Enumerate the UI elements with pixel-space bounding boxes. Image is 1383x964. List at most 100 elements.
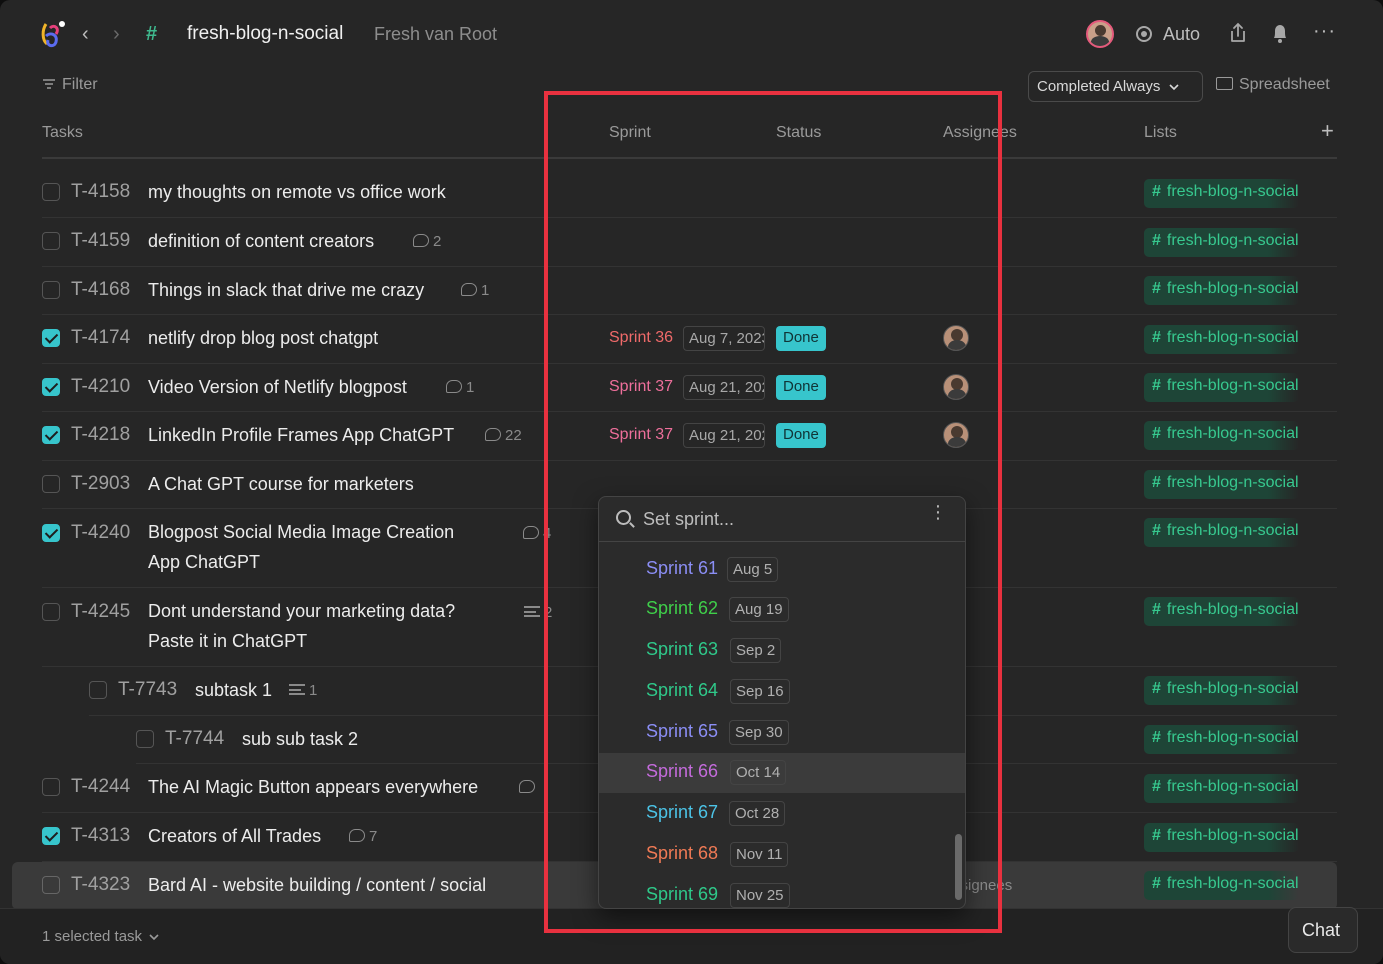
app-logo-icon[interactable]	[40, 20, 66, 48]
dropdown-scrollbar[interactable]	[955, 834, 962, 900]
sprint-option[interactable]: Sprint 64 Sep 16	[599, 672, 965, 712]
filter-button[interactable]: Filter	[42, 76, 98, 94]
list-tag[interactable]: # fresh-blog-n-social	[1144, 823, 1299, 852]
column-header-sprint[interactable]: Sprint	[609, 124, 651, 142]
comment-count[interactable]: 1	[461, 282, 489, 299]
task-title-line2[interactable]: App ChatGPT	[148, 547, 260, 577]
sprint-option[interactable]: Sprint 62 Aug 19	[599, 590, 965, 630]
table-row[interactable]: T-4158 my thoughts on remote vs office w…	[42, 169, 1337, 218]
task-checkbox[interactable]	[42, 232, 60, 250]
sprint-name[interactable]: Sprint 37	[609, 426, 673, 444]
task-checkbox[interactable]	[42, 603, 60, 621]
more-menu-icon[interactable]: ···	[1313, 20, 1336, 43]
table-row[interactable]: T-4210 Video Version of Netlify blogpost…	[42, 364, 1337, 412]
task-title[interactable]: LinkedIn Profile Frames App ChatGPT	[148, 420, 454, 450]
list-tag[interactable]: # fresh-blog-n-social	[1144, 518, 1299, 547]
auto-mode-label[interactable]: Auto	[1163, 24, 1200, 45]
task-title[interactable]: netlify drop blog post chatgpt	[148, 323, 378, 353]
status-badge[interactable]: Done	[776, 326, 826, 351]
back-arrow-icon[interactable]: ‹	[82, 22, 89, 46]
column-header-tasks[interactable]: Tasks	[42, 124, 83, 142]
task-title[interactable]: The AI Magic Button appears everywhere	[148, 772, 478, 802]
sprint-option[interactable]: Sprint 67 Oct 28	[599, 794, 965, 834]
task-title[interactable]: Things in slack that drive me crazy	[148, 275, 424, 305]
table-row[interactable]: T-4168 Things in slack that drive me cra…	[42, 267, 1337, 315]
comment-count[interactable]: 22	[485, 427, 522, 444]
user-avatar[interactable]	[1086, 20, 1114, 48]
task-checkbox[interactable]	[42, 524, 60, 542]
list-tag[interactable]: # fresh-blog-n-social	[1144, 676, 1299, 705]
task-checkbox[interactable]	[42, 329, 60, 347]
completed-filter-dropdown[interactable]: Completed Always	[1028, 71, 1203, 102]
list-tag[interactable]: # fresh-blog-n-social	[1144, 774, 1299, 803]
project-title[interactable]: fresh-blog-n-social	[187, 23, 343, 45]
add-column-button[interactable]: +	[1321, 118, 1334, 144]
subtask-count[interactable]: 2	[524, 604, 552, 621]
spreadsheet-view-button[interactable]: Spreadsheet	[1216, 76, 1330, 94]
task-title-line2[interactable]: Paste it in ChatGPT	[148, 626, 307, 656]
task-checkbox[interactable]	[42, 281, 60, 299]
forward-arrow-icon[interactable]: ›	[113, 22, 120, 46]
task-checkbox[interactable]	[42, 475, 60, 493]
comment-count[interactable]: 2	[413, 233, 441, 250]
list-tag[interactable]: # fresh-blog-n-social	[1144, 421, 1299, 450]
sprint-option[interactable]: Sprint 69 Nov 25	[599, 876, 965, 908]
subtask-count[interactable]: 1	[289, 682, 317, 699]
comment-count[interactable]	[519, 779, 539, 796]
comment-count[interactable]: 4	[523, 525, 551, 542]
sprint-option[interactable]: Sprint 61 Aug 5	[599, 550, 965, 590]
list-tag[interactable]: # fresh-blog-n-social	[1144, 470, 1299, 499]
task-title[interactable]: Blogpost Social Media Image Creation	[148, 517, 454, 547]
sprint-name[interactable]: Sprint 37	[609, 378, 673, 396]
task-checkbox[interactable]	[136, 730, 154, 748]
sprint-option[interactable]: Sprint 65 Sep 30	[599, 713, 965, 753]
sprint-option[interactable]: Sprint 68 Nov 11	[599, 835, 965, 875]
assignee-avatar[interactable]	[943, 422, 969, 448]
table-row[interactable]: T-4218 LinkedIn Profile Frames App ChatG…	[42, 412, 1337, 461]
list-tag[interactable]: # fresh-blog-n-social	[1144, 871, 1299, 900]
comment-count[interactable]: 1	[446, 379, 474, 396]
task-title[interactable]: definition of content creators	[148, 226, 374, 256]
column-header-assignees[interactable]: Assignees	[943, 124, 1017, 142]
column-header-status[interactable]: Status	[776, 124, 821, 142]
task-checkbox[interactable]	[42, 378, 60, 396]
task-checkbox[interactable]	[42, 426, 60, 444]
task-checkbox[interactable]	[42, 183, 60, 201]
kebab-menu-icon[interactable]: ⋮	[929, 503, 947, 521]
task-title[interactable]: A Chat GPT course for marketers	[148, 469, 414, 499]
task-title[interactable]: Bard AI - website building / content / s…	[148, 870, 486, 900]
list-tag[interactable]: # fresh-blog-n-social	[1144, 325, 1299, 354]
list-tag[interactable]: # fresh-blog-n-social	[1144, 597, 1299, 626]
task-checkbox[interactable]	[89, 681, 107, 699]
list-tag[interactable]: # fresh-blog-n-social	[1144, 179, 1299, 208]
table-row[interactable]: T-4159 definition of content creators 2 …	[42, 218, 1337, 267]
table-row[interactable]: T-4174 netlify drop blog post chatgpt Sp…	[42, 315, 1337, 364]
assignee-avatar[interactable]	[943, 325, 969, 351]
list-tag[interactable]: # fresh-blog-n-social	[1144, 725, 1299, 754]
sprint-search-input[interactable]	[643, 507, 913, 531]
comment-count[interactable]: 7	[349, 828, 377, 845]
assignee-avatar[interactable]	[943, 374, 969, 400]
task-title[interactable]: Dont understand your marketing data?	[148, 596, 455, 626]
share-icon[interactable]	[1228, 22, 1248, 44]
task-checkbox[interactable]	[42, 876, 60, 894]
status-badge[interactable]: Done	[776, 375, 826, 400]
task-title[interactable]: Video Version of Netlify blogpost	[148, 372, 407, 402]
bell-icon[interactable]	[1270, 22, 1290, 44]
status-badge[interactable]: Done	[776, 423, 826, 448]
sprint-option[interactable]: Sprint 63 Sep 2	[599, 631, 965, 671]
list-tag[interactable]: # fresh-blog-n-social	[1144, 373, 1299, 402]
list-tag[interactable]: # fresh-blog-n-social	[1144, 228, 1299, 257]
task-title[interactable]: subtask 1	[195, 675, 272, 705]
list-tag[interactable]: # fresh-blog-n-social	[1144, 276, 1299, 305]
sprint-name[interactable]: Sprint 36	[609, 329, 673, 347]
task-title[interactable]: Creators of All Trades	[148, 821, 321, 851]
column-header-lists[interactable]: Lists	[1144, 124, 1177, 142]
task-checkbox[interactable]	[42, 778, 60, 796]
auto-mode-icon[interactable]	[1136, 26, 1152, 42]
task-title[interactable]: sub sub task 2	[242, 724, 358, 754]
task-checkbox[interactable]	[42, 827, 60, 845]
task-title[interactable]: my thoughts on remote vs office work	[148, 177, 446, 207]
selected-tasks-dropdown[interactable]: 1 selected task	[42, 928, 159, 945]
chat-button[interactable]: Chat	[1288, 907, 1358, 953]
